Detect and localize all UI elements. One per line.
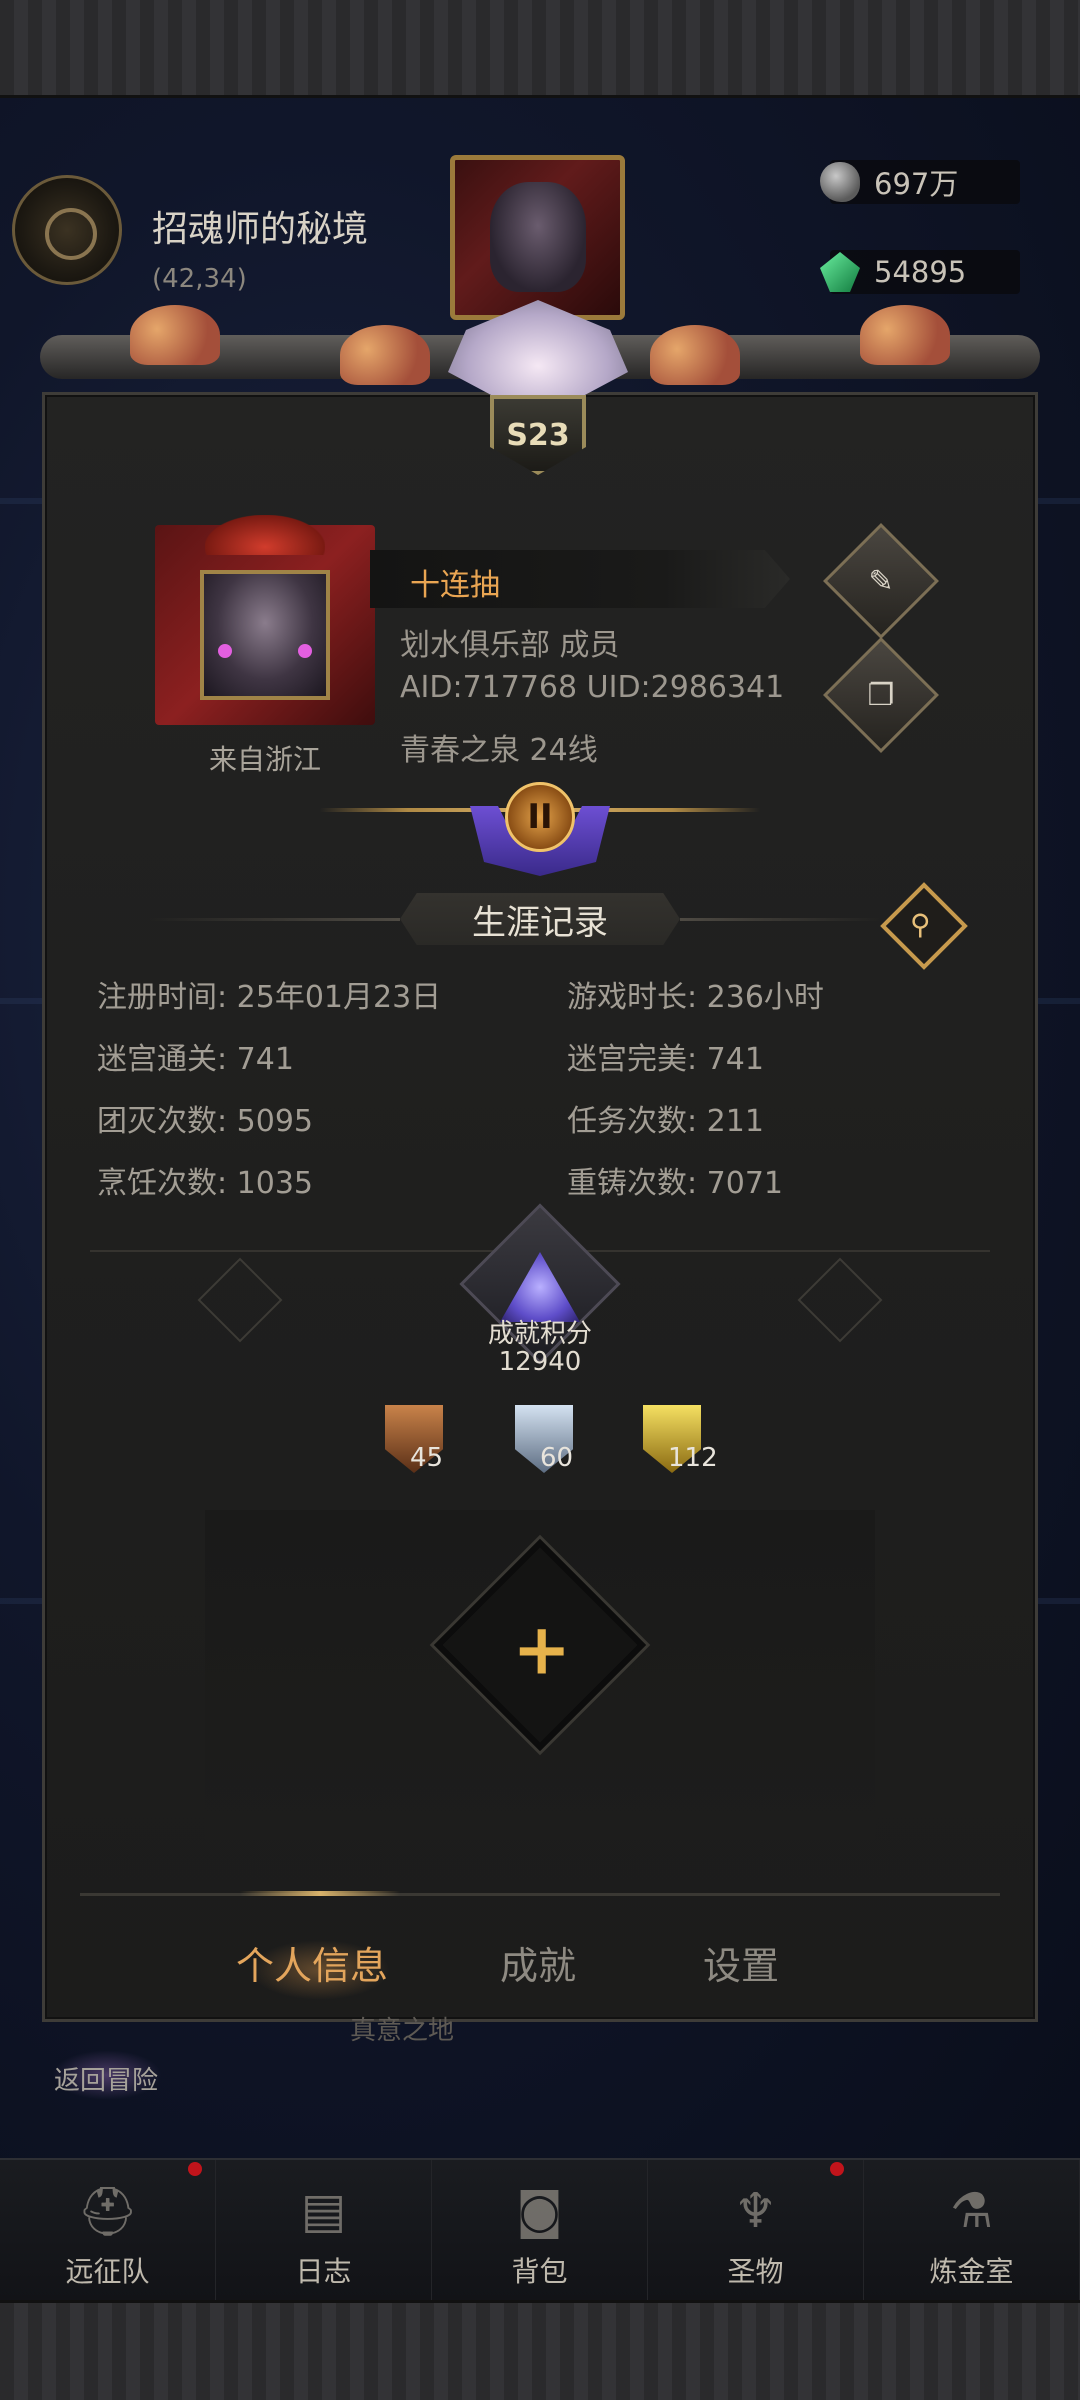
nav-label: 圣物 <box>727 2255 784 2288</box>
alchemy-icon: ⚗ <box>949 2183 994 2239</box>
achievement-score-value: 12940 <box>498 1347 582 1377</box>
coral-ornament-icon <box>650 325 740 385</box>
nav-label: 炼金室 <box>929 2255 1014 2288</box>
coral-ornament-icon <box>860 305 950 365</box>
magnifier-icon: ⚲ <box>910 907 931 941</box>
stat-reforge: 重铸次数: 7071 <box>567 1166 783 1201</box>
return-adventure-button[interactable]: 返回冒险 <box>54 2060 158 2097</box>
avatar-crest-icon <box>205 515 325 555</box>
nav-alchemy[interactable]: ⚗ 炼金室 <box>864 2160 1080 2300</box>
stat-register-time: 注册时间: 25年01月23日 <box>97 980 442 1015</box>
location-label: 来自浙江 <box>208 743 321 776</box>
nav-backpack[interactable]: ◙ 背包 <box>432 2160 648 2300</box>
nav-label: 日志 <box>295 2255 352 2288</box>
achievement-score-label: 成就积分 <box>487 1319 592 1349</box>
tab-settings[interactable]: 设置 <box>703 1935 779 1990</box>
gold-medal-count: 112 <box>668 1443 718 1473</box>
journal-icon: ▤ <box>300 2183 347 2239</box>
tab-achievements[interactable]: 成就 <box>500 1935 576 1990</box>
notification-dot <box>188 2162 202 2176</box>
bottom-navigation: ⛑ 远征队 ▤ 日志 ◙ 背包 ♆ 圣物 ⚗ 炼金室 <box>0 2158 1080 2300</box>
section-divider-right <box>680 918 880 921</box>
nav-label: 背包 <box>511 2255 568 2288</box>
avatar[interactable] <box>200 570 330 700</box>
active-tab-indicator <box>240 1891 400 1896</box>
section-divider-left <box>150 918 400 921</box>
nav-label: 远征队 <box>65 2255 150 2288</box>
stat-maze-perfect: 迷宫完美: 741 <box>567 1042 764 1077</box>
stat-cooking: 烹饪次数: 1035 <box>97 1166 313 1201</box>
bronze-medal-count: 45 <box>410 1443 444 1473</box>
season-badge: S23 <box>490 395 586 475</box>
chalice-icon: ♆ <box>733 2183 778 2239</box>
stat-team-wipes: 团灭次数: 5095 <box>97 1104 313 1139</box>
career-records-title: 生涯记录 <box>400 893 680 945</box>
top-border <box>0 0 1080 98</box>
nav-expedition[interactable]: ⛑ 远征队 <box>0 2160 216 2300</box>
stat-quests: 任务次数: 211 <box>567 1104 764 1139</box>
tab-personal-info[interactable]: 个人信息 <box>236 1935 388 1990</box>
player-name: 十连抽 <box>410 568 500 603</box>
scroll-icon: ❐ <box>867 677 895 713</box>
stat-play-time: 游戏时长: 236小时 <box>567 980 824 1015</box>
background-area-label: 真意之地 <box>350 2016 455 2046</box>
server-line: 青春之泉 24线 <box>400 733 598 768</box>
feather-quill-icon: ✎ <box>868 563 894 599</box>
plus-icon: + <box>512 1608 571 1691</box>
viking-helmet-icon: ⛑ <box>77 2183 138 2240</box>
panel-crown-ornament: S23 <box>40 110 1040 480</box>
coral-ornament-icon <box>130 305 220 365</box>
rank-emblem-icon[interactable]: II <box>505 782 575 852</box>
crown-portrait <box>450 155 625 320</box>
ids-line: AID:717768 UID:2986341 <box>400 670 785 705</box>
notification-dot <box>830 2162 844 2176</box>
coral-ornament-icon <box>340 325 430 385</box>
achievement-score-block: 成就积分 12940 <box>440 1320 640 1376</box>
backpack-icon: ◙ <box>516 2183 563 2239</box>
bottom-border <box>0 2300 1080 2400</box>
silver-medal-count: 60 <box>540 1443 574 1473</box>
nav-log[interactable]: ▤ 日志 <box>216 2160 432 2300</box>
stat-maze-clears: 迷宫通关: 741 <box>97 1042 294 1077</box>
guild-line: 划水俱乐部 成员 <box>400 628 620 663</box>
tab-divider <box>80 1893 1000 1896</box>
nav-relics[interactable]: ♆ 圣物 <box>648 2160 864 2300</box>
